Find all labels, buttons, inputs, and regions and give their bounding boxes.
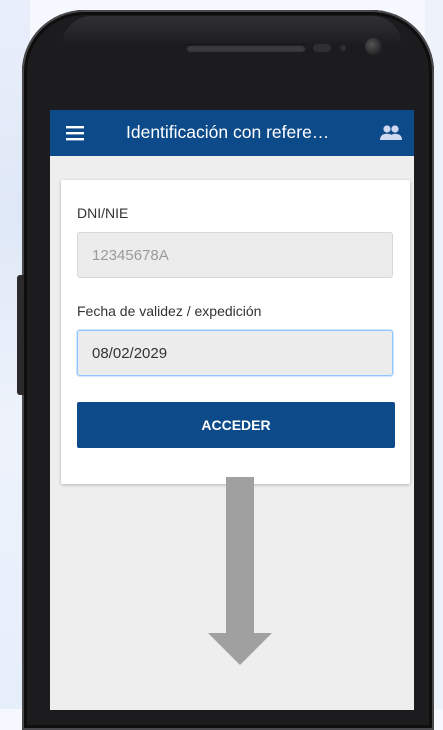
phone-shine <box>62 16 402 46</box>
front-camera-icon <box>365 38 382 55</box>
date-label: Fecha de validez / expedición <box>77 303 262 319</box>
date-input[interactable]: 08/02/2029 <box>77 330 393 376</box>
hamburger-menu-icon[interactable] <box>64 122 86 144</box>
people-icon[interactable] <box>378 121 404 145</box>
dni-value: 12345678A <box>92 246 169 264</box>
dni-input[interactable]: 12345678A <box>77 232 393 278</box>
login-card: DNI/NIE 12345678A Fecha de validez / exp… <box>61 180 410 484</box>
date-value: 08/02/2029 <box>92 344 168 362</box>
speaker-grille <box>186 44 306 52</box>
app-bar: Identificación con refere… <box>50 110 414 156</box>
down-arrow-icon <box>208 477 272 665</box>
proximity-sensor <box>313 44 331 52</box>
phone-side-button <box>17 275 24 395</box>
light-sensor <box>340 45 346 51</box>
app-bar-title: Identificación con refere… <box>126 122 330 142</box>
dni-label: DNI/NIE <box>77 205 129 221</box>
acceder-button[interactable]: ACCEDER <box>77 402 395 448</box>
